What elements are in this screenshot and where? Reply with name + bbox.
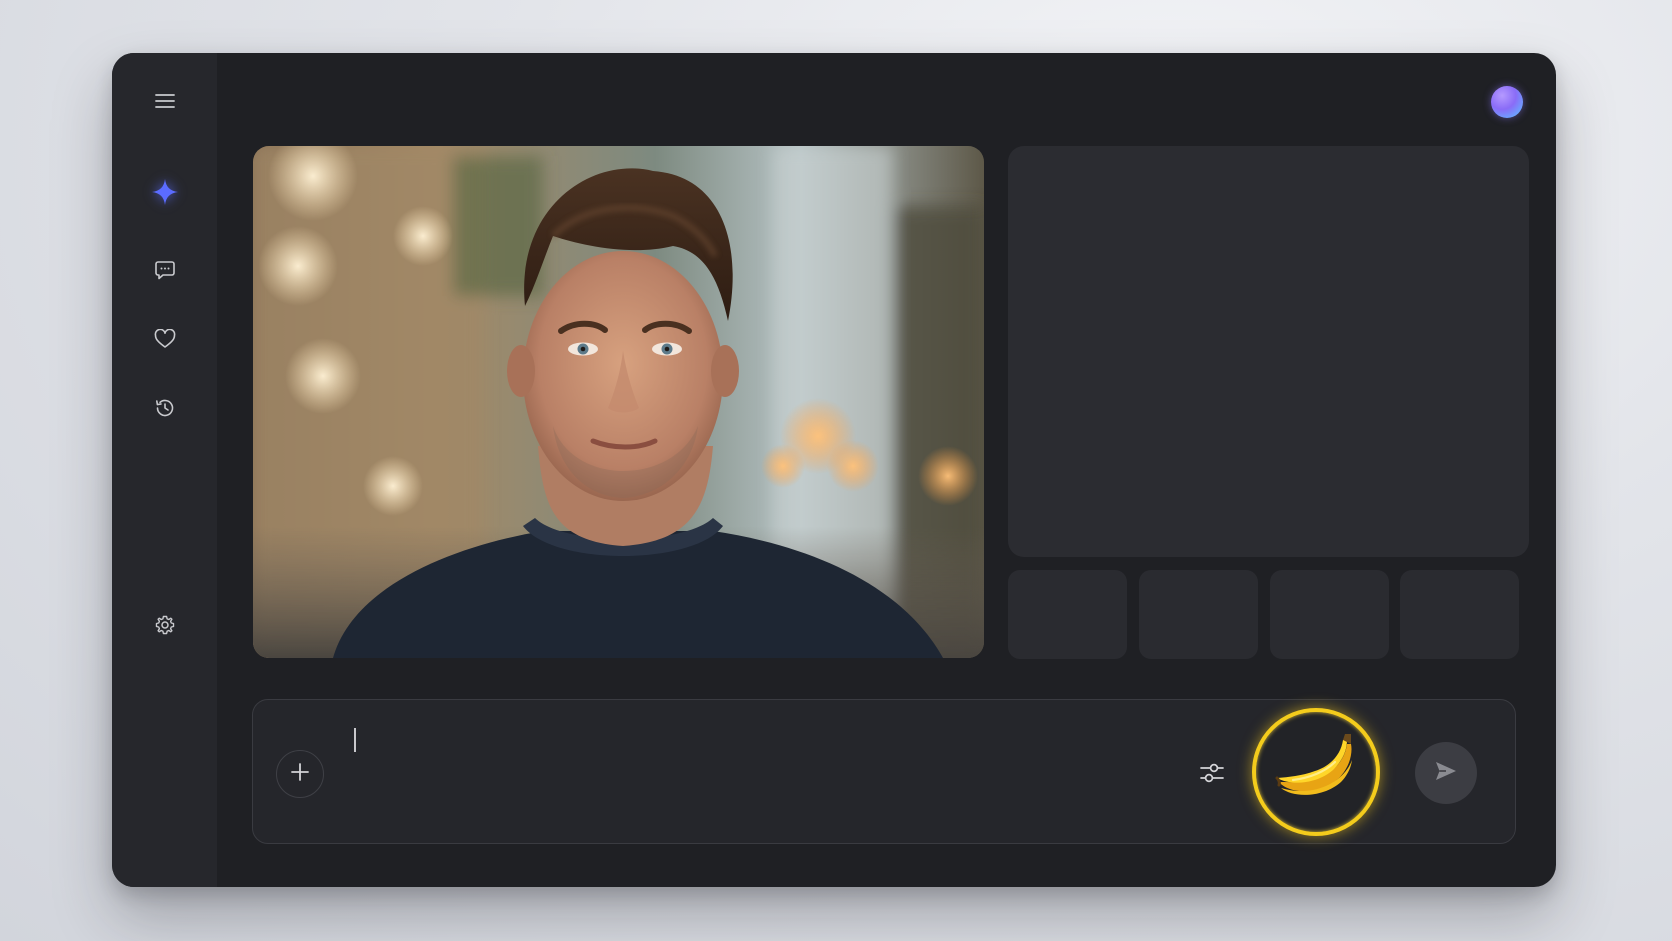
menu-button[interactable] — [146, 82, 184, 120]
sidebar-item-favorites[interactable] — [146, 320, 184, 358]
chat-icon — [154, 259, 176, 281]
thumbnail-slot-4[interactable] — [1400, 570, 1519, 659]
add-attachment-button[interactable] — [276, 750, 324, 798]
sparkle-icon — [150, 177, 180, 207]
gear-icon — [154, 614, 176, 636]
banana-model-button[interactable] — [1252, 708, 1380, 836]
prompt-bar — [252, 699, 1516, 844]
app-window — [112, 53, 1556, 887]
banana-icon — [1273, 732, 1359, 813]
thumbnail-slot-3[interactable] — [1270, 570, 1389, 659]
portrait-image — [253, 146, 984, 658]
text-cursor — [354, 728, 356, 752]
thumbnail-slot-1[interactable] — [1008, 570, 1127, 659]
prompt-input[interactable] — [348, 726, 1208, 756]
result-preview-panel — [1008, 146, 1529, 557]
sidebar-item-create[interactable] — [146, 173, 184, 211]
avatar[interactable] — [1491, 86, 1523, 118]
generation-settings-button[interactable] — [1192, 755, 1232, 795]
menu-icon — [154, 92, 176, 110]
generated-image-card[interactable] — [253, 146, 984, 658]
send-button[interactable] — [1415, 742, 1477, 804]
heart-icon — [154, 329, 176, 349]
plus-icon — [289, 761, 311, 788]
sidebar-item-settings[interactable] — [146, 606, 184, 644]
sliders-icon — [1199, 760, 1225, 791]
sidebar-item-chat[interactable] — [146, 251, 184, 289]
sidebar — [112, 53, 217, 887]
thumbnail-slot-2[interactable] — [1139, 570, 1258, 659]
history-icon — [154, 397, 176, 419]
sidebar-item-history[interactable] — [146, 389, 184, 427]
send-icon — [1433, 758, 1459, 789]
